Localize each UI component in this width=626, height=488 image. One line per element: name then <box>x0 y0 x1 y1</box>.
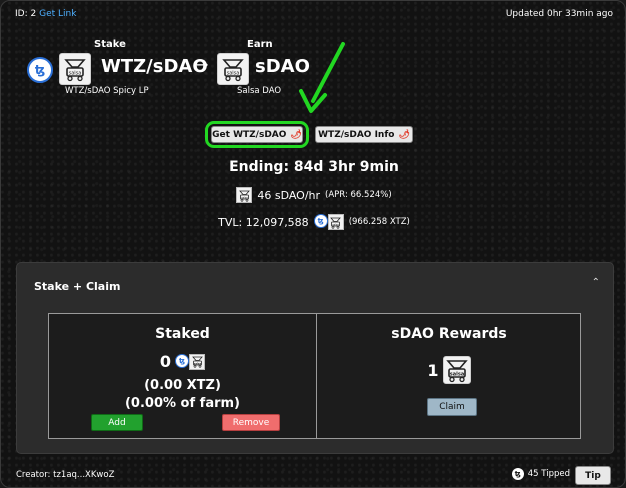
staked-xtz: (0.00 XTZ) <box>144 378 221 393</box>
earn-label: Earn <box>247 39 273 50</box>
staked-title: Staked <box>155 326 210 342</box>
token-info-button[interactable]: WTZ/sDAO Info 🌶 <box>315 126 413 143</box>
stake-token-name: WTZ/sDAO Spicy LP <box>65 86 149 96</box>
add-button[interactable]: Add <box>91 414 143 431</box>
staked-section: Staked 0 ꜩ (0.00 XTZ) (0.00% of farm) Ad… <box>49 314 317 438</box>
salsa-dao-token-icon <box>236 187 253 203</box>
get-token-label: Get WTZ/sDAO <box>212 129 287 140</box>
get-link[interactable]: Get Link <box>39 9 76 19</box>
remove-button[interactable]: Remove <box>222 414 280 431</box>
claim-button[interactable]: Claim <box>427 398 477 416</box>
salsa-dao-token-icon <box>327 214 344 230</box>
tvl-text: TVL: 12,097,588 <box>218 215 309 229</box>
updated-time: Updated 0hr 33min ago <box>505 9 613 19</box>
salsa-dao-token-icon <box>59 53 91 85</box>
get-token-button[interactable]: Get WTZ/sDAO 🌶 <box>211 126 303 143</box>
tezos-icon: ꜩ <box>27 57 53 83</box>
earn-token-name: Salsa DAO <box>237 86 282 96</box>
stake-claim-panel: Stake + Claim ⌃ Staked 0 ꜩ (0.00 XTZ) (0… <box>16 262 614 454</box>
staked-farm-share: (0.00% of farm) <box>124 396 240 411</box>
staked-value: 0 <box>159 352 172 371</box>
rewards-title: sDAO Rewards <box>391 326 507 342</box>
stake-claim-grid: Staked 0 ꜩ (0.00 XTZ) (0.00% of farm) Ad… <box>48 313 581 439</box>
ending-time: Ending: 84d 3hr 9min <box>229 159 399 175</box>
farm-id-text: ID: 2 <box>15 9 37 19</box>
tezos-icon: ꜩ <box>313 214 328 228</box>
tipped-text: 45 Tipped <box>527 469 570 479</box>
chili-icon: 🌶 <box>398 129 410 140</box>
rewards-value: 1 <box>427 360 439 380</box>
farm-id: ID: 2 Get Link <box>15 9 76 19</box>
tvl-xtz: (966.258 XTZ) <box>348 217 410 227</box>
tvl: TVL: 12,097,588 ꜩ (966.258 XTZ) <box>1 214 625 230</box>
tip-button[interactable]: Tip <box>575 466 611 485</box>
staked-amount: 0 ꜩ <box>49 352 316 371</box>
salsa-dao-token-icon <box>442 356 471 384</box>
reward-rate: 46 sDAO/hr (APR: 66.524%) <box>1 187 625 203</box>
farm-card: ID: 2 Get Link Updated 0hr 33min ago ꜩ S… <box>0 0 626 488</box>
salsa-dao-token-icon <box>189 353 206 370</box>
apr-text: (APR: 66.524%) <box>325 190 392 200</box>
chevron-up-icon[interactable]: ⌃ <box>592 277 600 288</box>
stake-label: Stake <box>94 39 126 50</box>
rewards-section: sDAO Rewards 1 Claim <box>317 314 581 438</box>
green-arrow-annotation-icon <box>299 42 345 113</box>
arrow-right-icon: → <box>195 55 209 74</box>
salsa-dao-token-icon <box>217 53 249 85</box>
creator-address: Creator: tz1aq...XKwoZ <box>16 470 115 480</box>
tip-icon: ꜩ <box>511 468 524 480</box>
rewards-amount: 1 <box>317 356 581 384</box>
tezos-icon: ꜩ <box>175 353 190 368</box>
stake-token-symbol: WTZ/sDAO <box>101 56 208 77</box>
token-info-label: WTZ/sDAO Info <box>318 129 395 140</box>
tipped-count: ꜩ 45 Tipped <box>511 468 570 480</box>
panel-title[interactable]: Stake + Claim <box>34 280 120 293</box>
rate-text: 46 sDAO/hr <box>257 188 321 202</box>
chili-icon: 🌶 <box>290 129 302 140</box>
